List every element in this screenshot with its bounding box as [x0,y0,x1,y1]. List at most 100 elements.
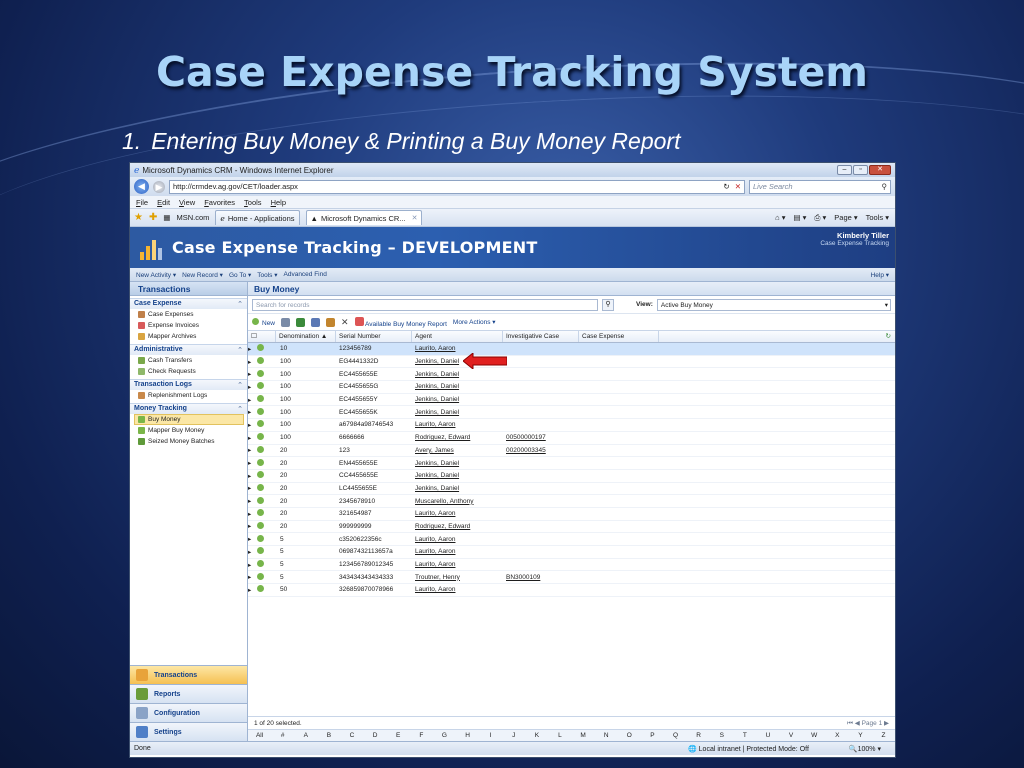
alpha-filter-item[interactable]: L [548,732,571,739]
col-denomination[interactable]: Denomination ▲ [276,331,336,342]
row-expand-icon[interactable]: ▸ [248,434,257,442]
alpha-filter-item[interactable]: B [317,732,340,739]
alpha-filter-item[interactable]: X [826,732,849,739]
col-investigative-case[interactable]: Investigative Case [503,331,579,342]
alpha-filter-item[interactable]: A [294,732,317,739]
row-expand-icon[interactable]: ▸ [248,586,257,594]
more-actions-menu[interactable]: More Actions ▾ [453,318,496,326]
nav-item-expense-invoices[interactable]: Expense Invoices [130,320,247,331]
table-row[interactable]: ▸ 20 LC4455655E Jenkins, Daniel [248,483,895,496]
alpha-filter-item[interactable]: All [248,732,271,739]
alpha-filter-item[interactable]: U [756,732,779,739]
cell-agent-link[interactable]: Jenkins, Daniel [412,371,503,378]
cell-agent-link[interactable]: Jenkins, Daniel [412,383,503,390]
alpha-filter-item[interactable]: K [525,732,548,739]
print-icon[interactable] [311,317,321,327]
wunderbar-reports[interactable]: Reports [130,684,247,703]
maximize-button[interactable]: ▫ [853,165,868,175]
nav-item-case-expenses[interactable]: Case Expenses [130,309,247,320]
goto-menu[interactable]: Go To ▾ [229,271,251,279]
row-expand-icon[interactable]: ▸ [248,358,257,366]
alpha-filter-item[interactable]: T [733,732,756,739]
advanced-find-button[interactable]: Advanced Find [284,271,327,278]
row-expand-icon[interactable]: ▸ [248,510,257,518]
wunderbar-settings[interactable]: Settings [130,722,247,741]
row-expand-icon[interactable]: ▸ [248,345,257,353]
table-row[interactable]: ▸ 100 EG4441332D Jenkins, Daniel [248,356,895,369]
nav-item-mapper-archives[interactable]: Mapper Archives [130,331,247,342]
table-row[interactable]: ▸ 100 a67984a98746543 Laurito, Aaron [248,419,895,432]
attach-icon[interactable] [281,317,291,327]
cell-agent-link[interactable]: Laurito, Aaron [412,586,503,593]
table-row[interactable]: ▸ 50 326859870078966 Laurito, Aaron [248,584,895,597]
group-title[interactable]: Administrative ⌃ [130,344,247,355]
alpha-filter-item[interactable]: E [387,732,410,739]
favorites-star-icon[interactable]: ★ [134,212,143,223]
alpha-filter-item[interactable]: F [410,732,433,739]
print-icon[interactable]: ⎙ ▾ [814,213,826,223]
alpha-filter-item[interactable]: Q [664,732,687,739]
cell-agent-link[interactable]: Avery, James [412,447,503,454]
table-row[interactable]: ▸ 100 EC4455655E Jenkins, Daniel [248,368,895,382]
tab-home-applications[interactable]: ℯ Home - Applications [215,210,300,225]
collapse-icon[interactable]: ⌃ [237,381,243,389]
row-expand-icon[interactable]: ▸ [248,383,257,391]
tab-grid-icon[interactable]: ▦ [163,213,170,222]
tools-menu[interactable]: Tools ▾ [257,271,277,279]
table-row[interactable]: ▸ 20 EN4455655E Jenkins, Daniel [248,457,895,470]
tools-menu[interactable]: Tools ▾ [866,213,889,223]
search-input[interactable]: Live Search ⚲ [749,179,891,194]
stop-icon[interactable]: ✕ [735,182,741,191]
close-button[interactable]: ✕ [869,165,891,175]
table-row[interactable]: ▸ 100 EC4455655K Jenkins, Daniel [248,406,895,420]
row-expand-icon[interactable]: ▸ [248,561,257,569]
nav-item-buy-money[interactable]: Buy Money [134,414,244,425]
alpha-filter-item[interactable]: O [618,732,641,739]
table-row[interactable]: ▸ 100 EC4455655Y Jenkins, Daniel [248,394,895,407]
row-expand-icon[interactable]: ▸ [248,459,257,467]
view-select[interactable]: Active Buy Money ▾ [656,298,891,311]
export-excel-icon[interactable] [296,317,306,327]
table-row[interactable]: ▸ 5 343434343434333 Troutner, Henry BN300010… [248,571,895,585]
table-row[interactable]: ▸ 20 321654987 Laurito, Aaron [248,508,895,521]
help-menu[interactable]: Help ▾ [871,271,889,279]
alpha-filter-item[interactable]: D [364,732,387,739]
row-expand-icon[interactable]: ▸ [248,548,257,556]
alpha-filter-item[interactable]: C [340,732,363,739]
page-menu[interactable]: Page ▾ [834,213,857,223]
cell-agent-link[interactable]: Rodriguez, Edward [412,523,503,530]
cell-agent-link[interactable]: Laurito, Aaron [412,548,503,555]
cell-investigative-case-link[interactable]: BN3000109 [503,574,579,581]
alpha-filter-item[interactable]: H [456,732,479,739]
col-serial-number[interactable]: Serial Number [336,331,412,342]
alpha-filter-item[interactable]: N [595,732,618,739]
url-field[interactable]: http://crmdev.ag.gov/CET/loader.aspx ↻ ✕ [169,179,745,194]
nav-item-seized-money-batches[interactable]: Seized Money Batches [130,436,247,447]
alpha-filter-item[interactable]: M [572,732,595,739]
available-report-button[interactable]: Available Buy Money Report [354,316,447,328]
row-expand-icon[interactable]: ▸ [248,421,257,429]
table-row[interactable]: ▸ 20 123 Avery, James 00200003345 [248,445,895,458]
cell-agent-link[interactable]: Muscarello, Anthony [412,498,503,505]
nav-item-cash-transfers[interactable]: Cash Transfers [130,355,247,366]
new-activity-menu[interactable]: New Activity ▾ [136,271,176,279]
group-title[interactable]: Transaction Logs ⌃ [130,379,247,390]
wunderbar-configuration[interactable]: Configuration [130,703,247,722]
table-row[interactable]: ▸ 20 2345678910 Muscarello, Anthony [248,495,895,508]
table-row[interactable]: ▸ 5 123456789012345 Laurito, Aaron [248,559,895,572]
row-expand-icon[interactable]: ▸ [248,396,257,404]
table-row[interactable]: ▸ 5 06987432113657a Laurito, Aaron [248,546,895,559]
collapse-icon[interactable]: ⌃ [237,346,243,354]
nav-item-check-requests[interactable]: Check Requests [130,366,247,377]
table-row[interactable]: ▸ 100 6666666 Rodriguez, Edward 00500000197 [248,432,895,445]
add-favorite-icon[interactable]: ✚ [149,212,157,223]
alpha-filter-item[interactable]: R [687,732,710,739]
alpha-filter-item[interactable]: W [803,732,826,739]
collapse-icon[interactable]: ⌃ [237,405,243,413]
table-row[interactable]: ▸ 5 c3520622356c Laurito, Aaron [248,533,895,546]
cell-agent-link[interactable]: Laurito, Aaron [412,536,503,543]
pager[interactable]: ⏮ ◀ Page 1 ▶ [847,719,889,728]
alpha-filter-item[interactable]: P [641,732,664,739]
cell-agent-link[interactable]: Jenkins, Daniel [412,472,503,479]
tab-dynamics-crm[interactable]: ▲ Microsoft Dynamics CR... ✕ [305,210,423,225]
